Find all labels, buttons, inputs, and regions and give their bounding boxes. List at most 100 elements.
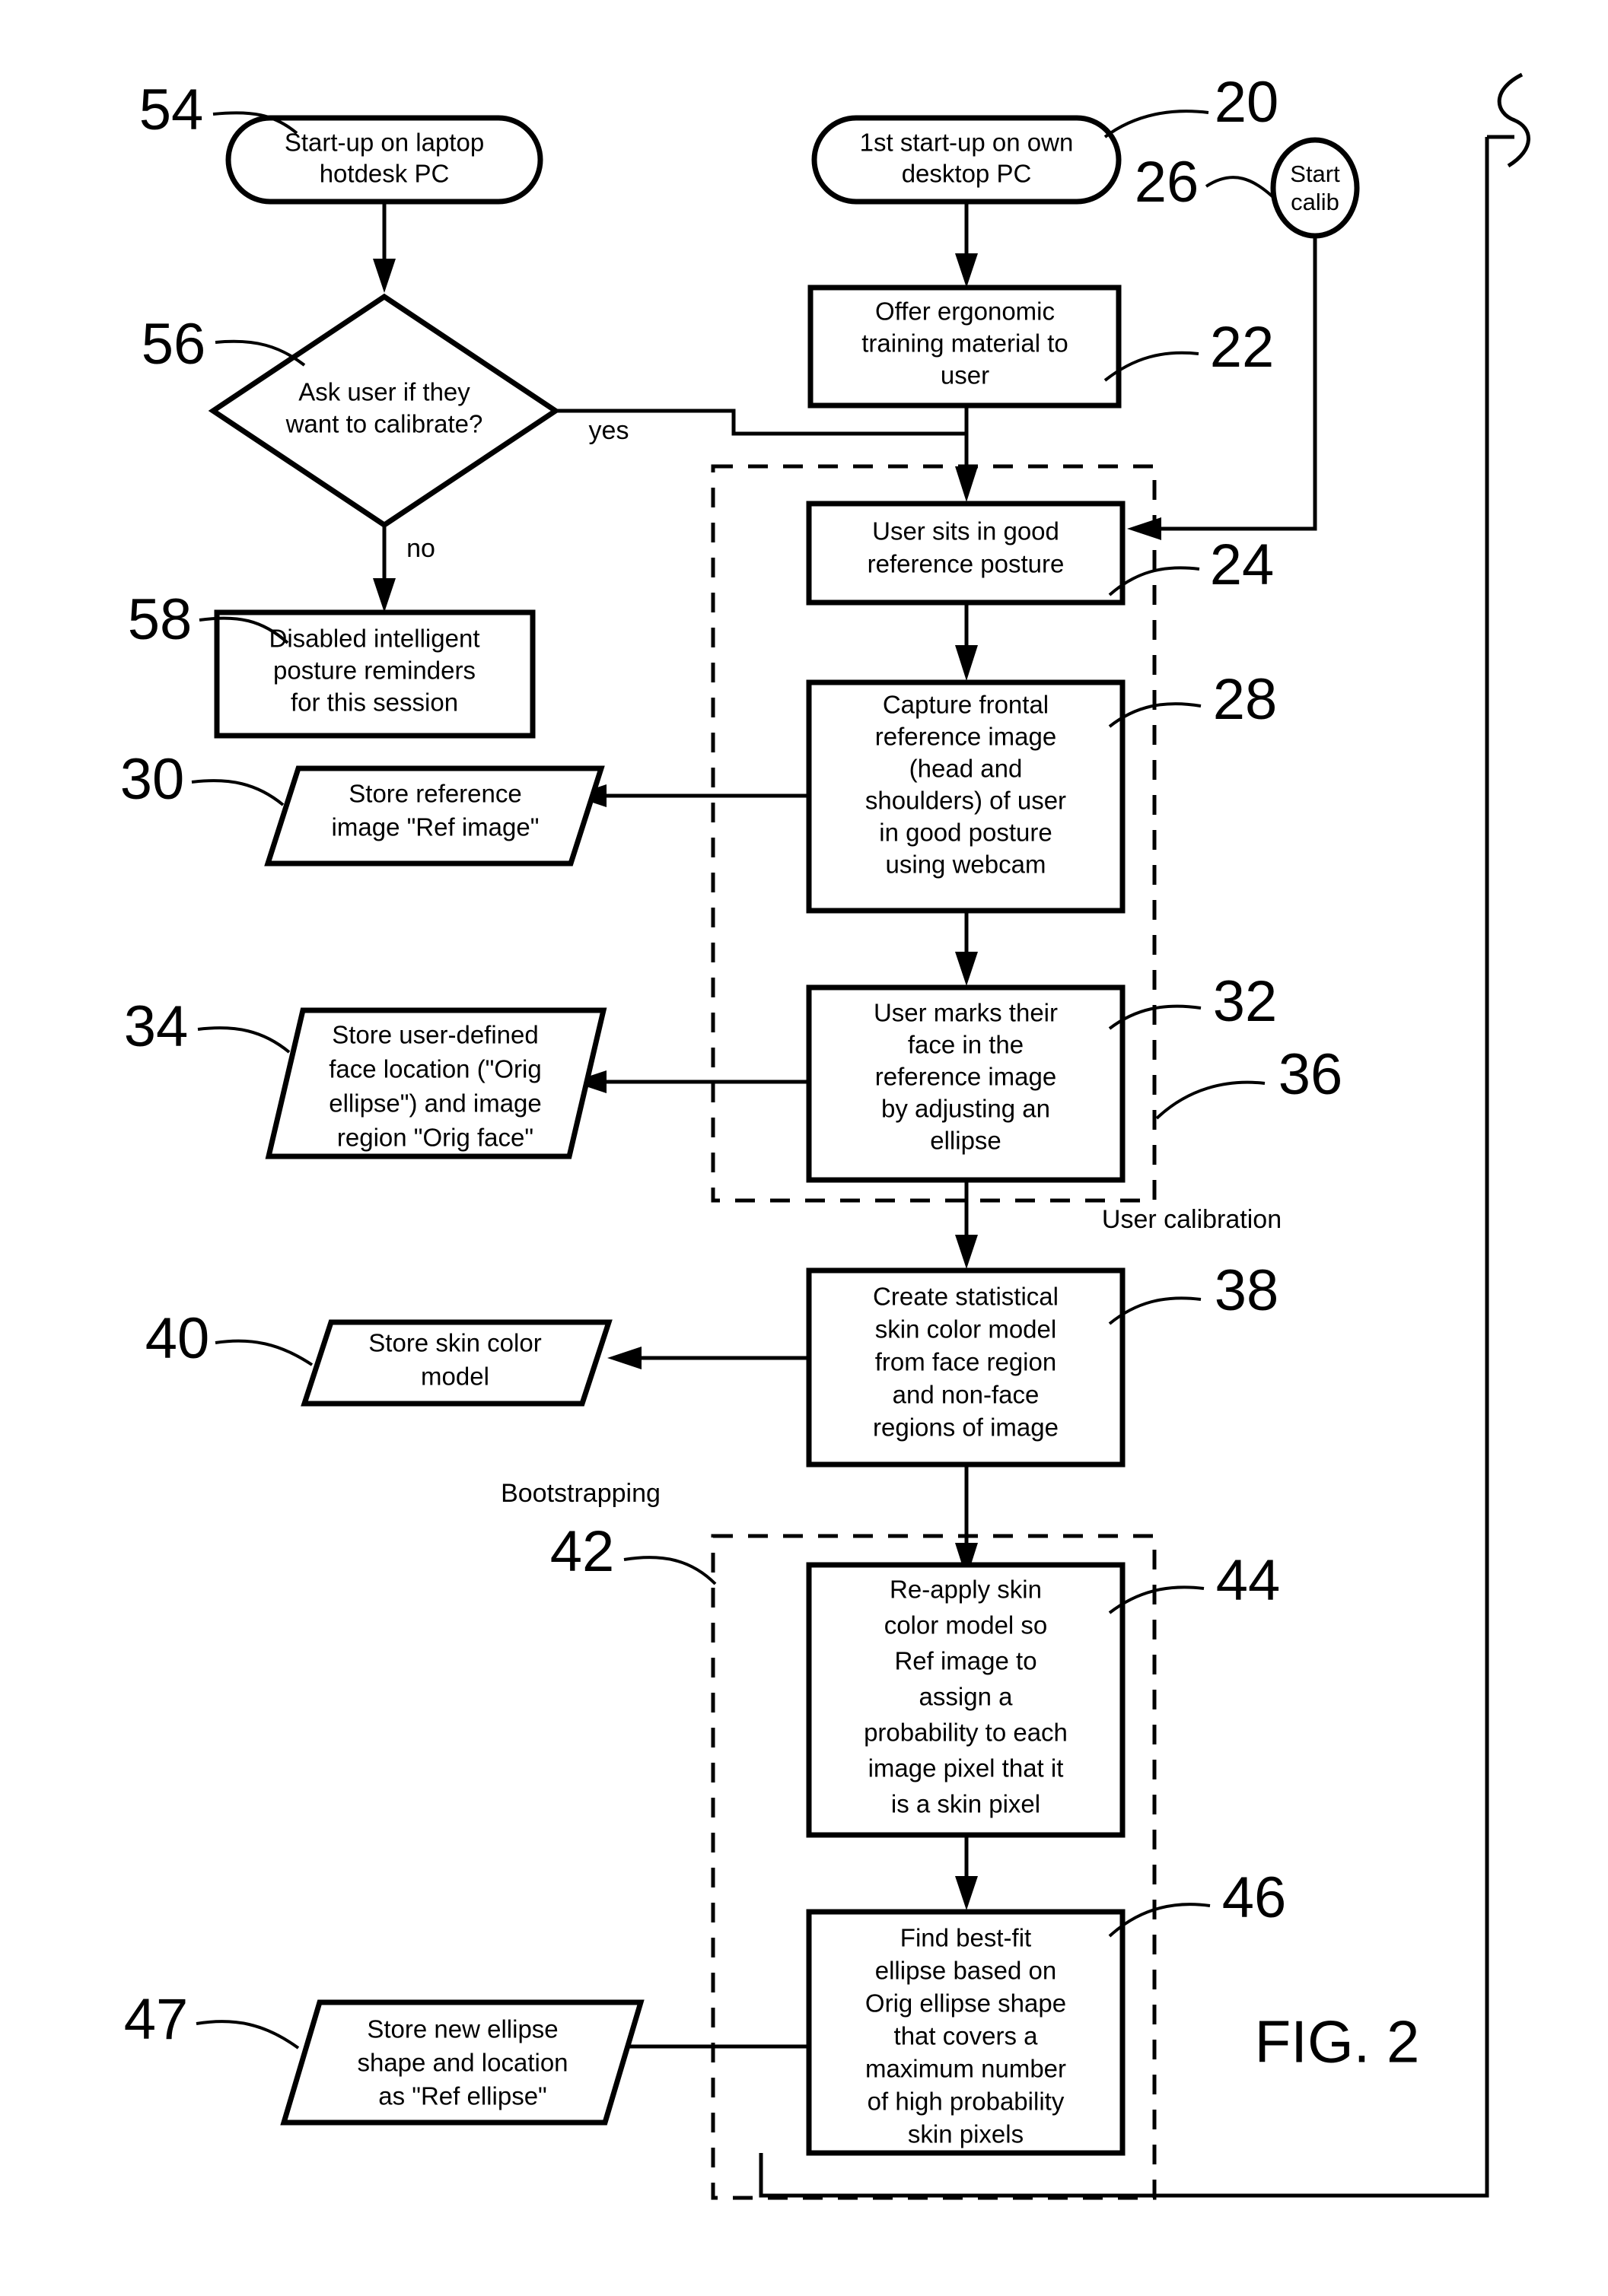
ref-number-47: 47 — [124, 1987, 189, 2052]
node-58-line-3: for this session — [291, 688, 458, 717]
node-38-line-5: regions of image — [873, 1414, 1059, 1442]
node-28-line-1: Capture frontal — [883, 691, 1049, 719]
node-24-line-2: reference posture — [868, 550, 1065, 578]
node-34-line-1: Store user-defined — [332, 1021, 539, 1049]
ref-number-56: 56 — [142, 312, 206, 377]
node-46-line-6: of high probability — [868, 2088, 1065, 2116]
node-44-line-2: color model so — [884, 1611, 1048, 1639]
node-46-line-2: ellipse based on — [875, 1957, 1057, 1985]
arrowhead-32-38 — [955, 1235, 978, 1269]
arrowhead-44-46 — [955, 1876, 978, 1910]
node-22-line-2: training material to — [861, 329, 1068, 358]
edge-label-yes: yes — [589, 416, 629, 445]
ref-number-42: 42 — [550, 1519, 615, 1584]
ref-number-22: 22 — [1210, 315, 1275, 380]
node-44-line-5: probability to each — [864, 1719, 1068, 1747]
node-46-line-3: Orig ellipse shape — [865, 1989, 1066, 2018]
arrowhead-24-28 — [955, 645, 978, 681]
patent-figure: Start-up on laptop hotdesk PC 54 Ask use… — [0, 0, 1608, 2296]
arrowhead-56-58 — [373, 578, 396, 612]
leader-47 — [196, 2020, 300, 2050]
node-24-line-1: User sits in good — [872, 517, 1059, 545]
node-47-line-1: Store new ellipse — [367, 2015, 558, 2043]
node-44-line-4: assign a — [919, 1683, 1014, 1711]
node-54-line-2: hotdesk PC — [320, 160, 450, 188]
figure-label: FIG. 2 — [1255, 2008, 1420, 2075]
arrowhead-28-32 — [955, 952, 978, 986]
node-26-line-1: Start — [1290, 161, 1340, 187]
node-47-line-2: shape and location — [357, 2049, 568, 2077]
arrowhead-38-40 — [607, 1347, 642, 1369]
leader-42 — [623, 1556, 717, 1585]
node-56-line-2: want to calibrate? — [285, 410, 483, 438]
node-26-line-2: calib — [1291, 189, 1339, 215]
leader-30 — [191, 779, 285, 806]
node-32-line-1: User marks their — [874, 999, 1058, 1027]
node-32-line-2: face in the — [908, 1031, 1024, 1059]
node-58-line-1: Disabled intelligent — [269, 625, 479, 653]
node-34-line-4: region "Orig face" — [337, 1124, 533, 1152]
ref-number-46: 46 — [1222, 1865, 1287, 1930]
ref-number-34: 34 — [124, 994, 189, 1059]
node-38-line-3: from face region — [875, 1348, 1056, 1376]
ref-number-38: 38 — [1215, 1258, 1279, 1323]
node-28-line-4: shoulders) of user — [865, 787, 1066, 815]
node-46-line-1: Find best-fit — [900, 1924, 1031, 1952]
edge-26-to-24 — [1155, 236, 1317, 531]
node-44-line-1: Re-apply skin — [890, 1576, 1042, 1604]
node-34-line-2: face location ("Orig — [329, 1055, 542, 1083]
node-54-line-1: Start-up on laptop — [285, 129, 484, 157]
ref-number-44: 44 — [1216, 1548, 1281, 1613]
ref-number-54: 54 — [139, 78, 204, 142]
node-20-line-1: 1st start-up on own — [860, 129, 1074, 157]
node-20-line-2: desktop PC — [902, 160, 1032, 188]
node-32-line-3: reference image — [875, 1063, 1056, 1091]
break-squiggle-icon — [1497, 72, 1530, 168]
ref-number-20: 20 — [1215, 70, 1279, 135]
node-46-line-7: skin pixels — [908, 2120, 1024, 2148]
node-38-line-1: Create statistical — [873, 1283, 1059, 1311]
node-28-line-2: reference image — [875, 723, 1056, 751]
node-44-line-3: Ref image to — [894, 1647, 1036, 1675]
ref-number-58: 58 — [128, 587, 193, 652]
flowchart-canvas: Start-up on laptop hotdesk PC 54 Ask use… — [120, 70, 1530, 2200]
node-22-line-1: Offer ergonomic — [875, 297, 1055, 326]
ref-number-26: 26 — [1135, 150, 1199, 215]
ref-number-32: 32 — [1213, 969, 1278, 1034]
node-58-line-2: posture reminders — [273, 657, 476, 685]
arrowhead-54-56 — [373, 259, 396, 293]
node-32-line-4: by adjusting an — [881, 1095, 1050, 1123]
arrowhead-22-24 — [955, 466, 978, 502]
ref-number-28: 28 — [1213, 667, 1278, 732]
group-label-bootstrapping: Bootstrapping — [501, 1479, 661, 1508]
ref-number-30: 30 — [120, 747, 185, 812]
node-47-line-3: as "Ref ellipse" — [378, 2082, 547, 2110]
leader-36 — [1155, 1080, 1266, 1120]
leader-26 — [1205, 176, 1277, 201]
node-30-line-1: Store reference — [349, 780, 521, 808]
arrowhead-20-22 — [955, 253, 978, 288]
node-26-shape — [1270, 137, 1360, 239]
node-30-line-2: image "Ref image" — [332, 813, 540, 841]
node-28-line-3: (head and — [909, 755, 1023, 783]
node-22-line-3: user — [941, 361, 989, 390]
node-38-line-2: skin color model — [875, 1315, 1056, 1344]
leader-34 — [197, 1026, 291, 1054]
node-34-line-3: ellipse") and image — [329, 1089, 542, 1118]
leader-40 — [215, 1339, 314, 1366]
node-38-line-4: and non-face — [893, 1381, 1040, 1409]
node-32-line-5: ellipse — [930, 1127, 1001, 1155]
node-46-line-5: maximum number — [865, 2055, 1066, 2083]
node-44-line-6: image pixel that it — [868, 1754, 1064, 1782]
node-46-line-4: that covers a — [894, 2022, 1039, 2050]
group-label-user-calibration: User calibration — [1102, 1205, 1282, 1234]
node-44-line-7: is a skin pixel — [891, 1790, 1040, 1818]
leader-20 — [1103, 110, 1209, 138]
node-28-line-6: using webcam — [886, 851, 1046, 879]
arrowhead-26-24 — [1127, 517, 1161, 540]
ref-number-40: 40 — [145, 1306, 210, 1371]
ref-number-36: 36 — [1278, 1042, 1343, 1107]
node-40-line-1: Store skin color — [368, 1329, 541, 1357]
node-56-line-1: Ask user if they — [298, 378, 470, 406]
node-28-line-5: in good posture — [879, 819, 1052, 847]
